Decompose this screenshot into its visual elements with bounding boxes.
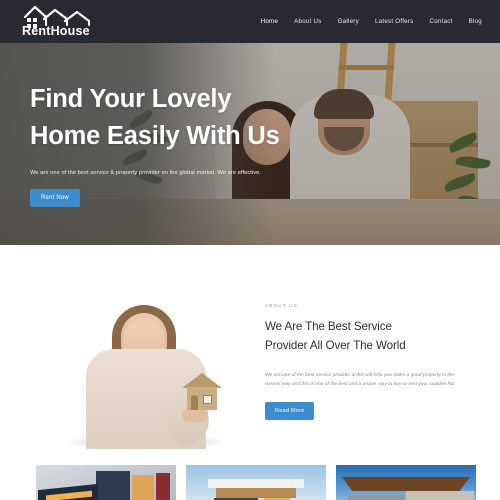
about-image (58, 297, 236, 449)
nav-item-gallery[interactable]: Gallery (338, 18, 359, 25)
brand-name[interactable]: RentHouse (22, 24, 90, 38)
hero-title-line-1: Find Your Lovely (30, 85, 232, 113)
hero-title-line-2: Home Easily With Us (30, 121, 280, 150)
gallery-card[interactable] (186, 465, 326, 500)
model-house-icon (182, 373, 222, 411)
gallery-card[interactable] (336, 465, 476, 500)
nav-item-latest-offers[interactable]: Latest Offers (375, 18, 414, 25)
about-heading-line-2: Provider All Over The World (265, 339, 406, 353)
hero-content: Find Your Lovely Home Easily With Us We … (30, 81, 330, 208)
about-eyebrow: ABOUT US (265, 303, 298, 308)
nav-item-contact[interactable]: Contact (430, 18, 453, 25)
hero-title: Find Your Lovely Home Easily With Us (30, 81, 330, 155)
landing-page: RentHouse Home About Us Gallery Latest O… (0, 0, 500, 500)
about-paragraph: We are one of the best service provider … (265, 373, 456, 388)
about-text-block: ABOUT US We Are The Best Service Provide… (265, 303, 465, 421)
gallery-strip (0, 465, 500, 500)
gallery-card[interactable] (36, 465, 176, 500)
about-heading: We Are The Best Service Provider All Ove… (265, 317, 465, 355)
nav-item-home[interactable]: Home (261, 18, 279, 25)
main-nav: Home About Us Gallery Latest Offers Cont… (261, 0, 482, 43)
rent-now-button[interactable]: Rent Now (30, 189, 80, 208)
about-heading-line-1: We Are The Best Service (265, 320, 392, 333)
read-more-button[interactable]: Read More (265, 402, 315, 421)
about-section: ABOUT US We Are The Best Service Provide… (0, 245, 500, 455)
nav-item-about-us[interactable]: About Us (294, 18, 321, 25)
hero-subtitle: We are one of the best service & propert… (30, 169, 262, 176)
nav-item-blog[interactable]: Blog (469, 18, 482, 25)
hero-section: Find Your Lovely Home Easily With Us We … (0, 43, 500, 245)
site-header: RentHouse Home About Us Gallery Latest O… (0, 0, 500, 43)
